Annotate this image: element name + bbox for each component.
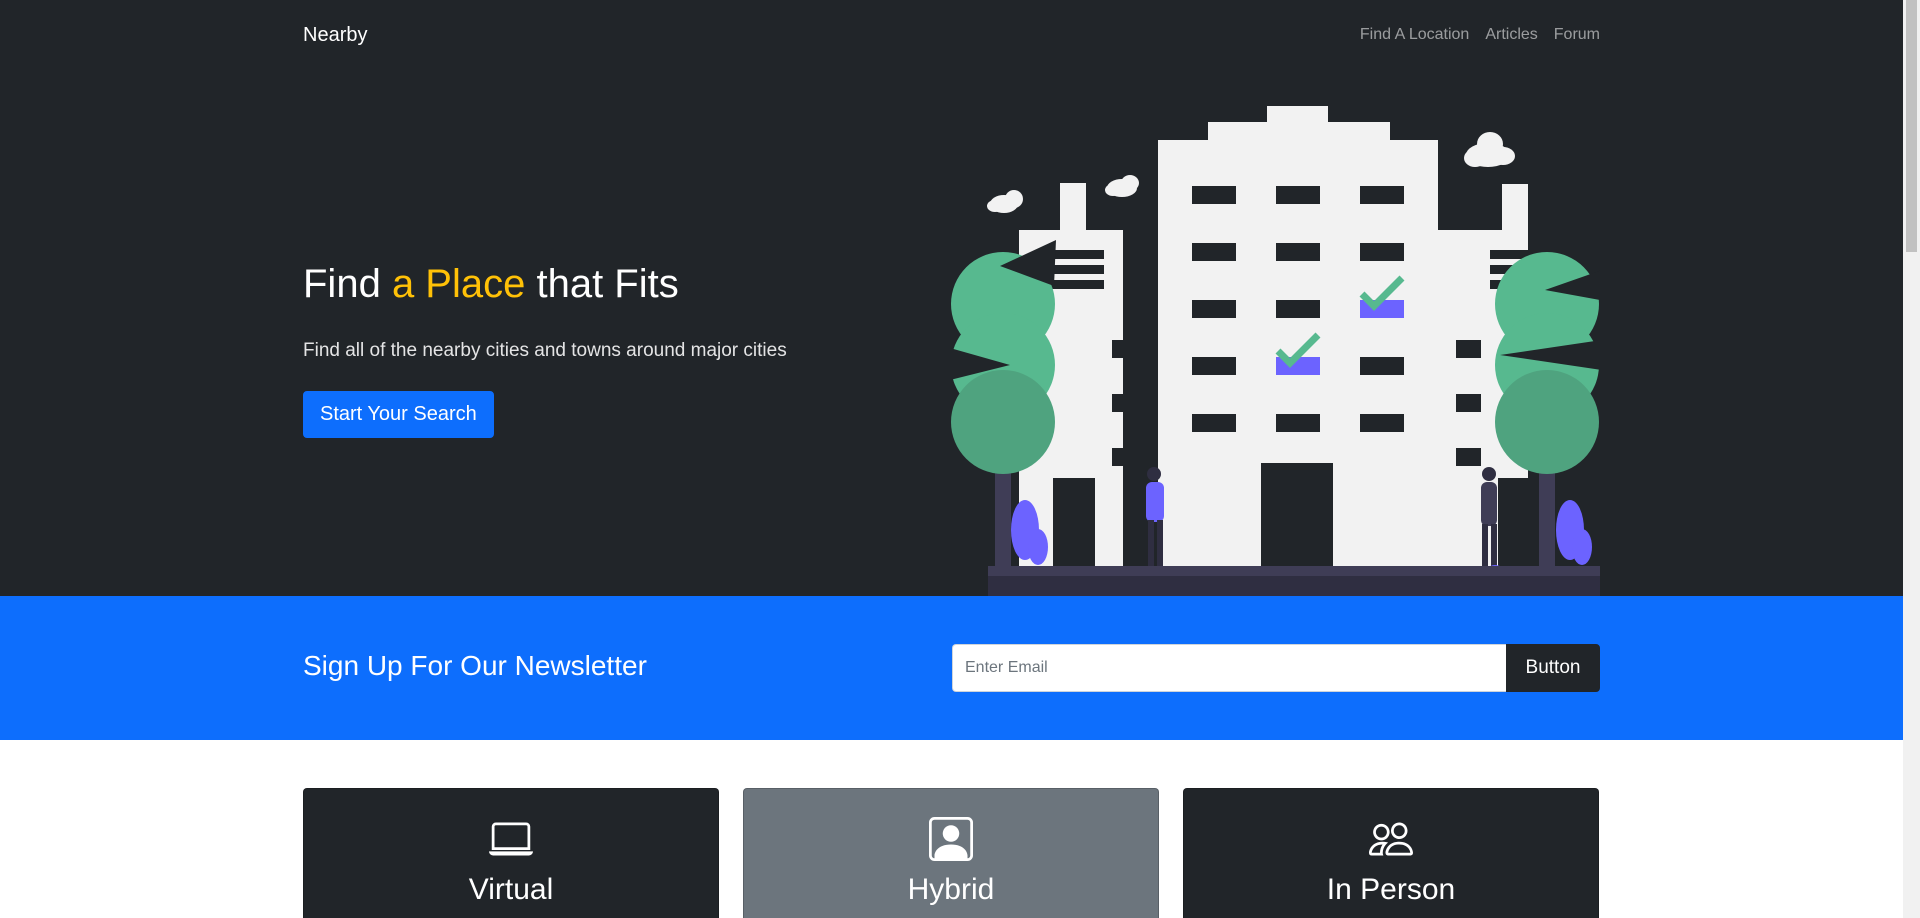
hero-subtitle: Find all of the nearby cities and towns … xyxy=(303,340,787,361)
hero-title-end: that Fits xyxy=(525,262,679,306)
newsletter-title: Sign Up For Our Newsletter xyxy=(303,650,647,681)
start-search-button[interactable]: Start Your Search xyxy=(303,391,494,438)
card-label: Virtual xyxy=(468,873,554,906)
nav-link-forum[interactable]: Forum xyxy=(1554,26,1600,44)
card-label: In Person xyxy=(1326,873,1456,906)
nav-link-articles[interactable]: Articles xyxy=(1485,26,1537,44)
laptop-icon xyxy=(489,822,533,856)
newsletter-form: Button xyxy=(952,644,1600,692)
newsletter-section: Sign Up For Our Newsletter Button xyxy=(0,596,1903,740)
card-label: Hybrid xyxy=(907,873,995,906)
card-virtual[interactable]: Virtual xyxy=(303,788,719,918)
brand-logo[interactable]: Nearby xyxy=(303,24,367,47)
hero-section: Nearby Find A Location Articles Forum Fi… xyxy=(0,0,1903,596)
nav-link-find-location[interactable]: Find A Location xyxy=(1360,26,1469,44)
scrollbar-thumb[interactable] xyxy=(1906,0,1917,252)
email-input[interactable] xyxy=(952,644,1506,692)
hero-title-start: Find xyxy=(303,262,392,306)
city-building-illustration xyxy=(950,106,1600,596)
page: Nearby Find A Location Articles Forum Fi… xyxy=(0,0,1903,918)
card-in-person[interactable]: In Person xyxy=(1183,788,1599,918)
vertical-scrollbar[interactable] xyxy=(1903,0,1920,918)
newsletter-submit-button[interactable]: Button xyxy=(1506,644,1600,692)
hero-title-accent: a Place xyxy=(391,262,526,306)
feature-cards: Virtual Hybrid In Person xyxy=(303,788,1600,918)
hero-title: Find a Place that Fits xyxy=(303,262,679,307)
card-hybrid[interactable]: Hybrid xyxy=(743,788,1159,918)
main-nav: Find A Location Articles Forum xyxy=(1360,26,1600,44)
people-icon xyxy=(1369,822,1413,856)
person-square-icon xyxy=(929,817,973,861)
